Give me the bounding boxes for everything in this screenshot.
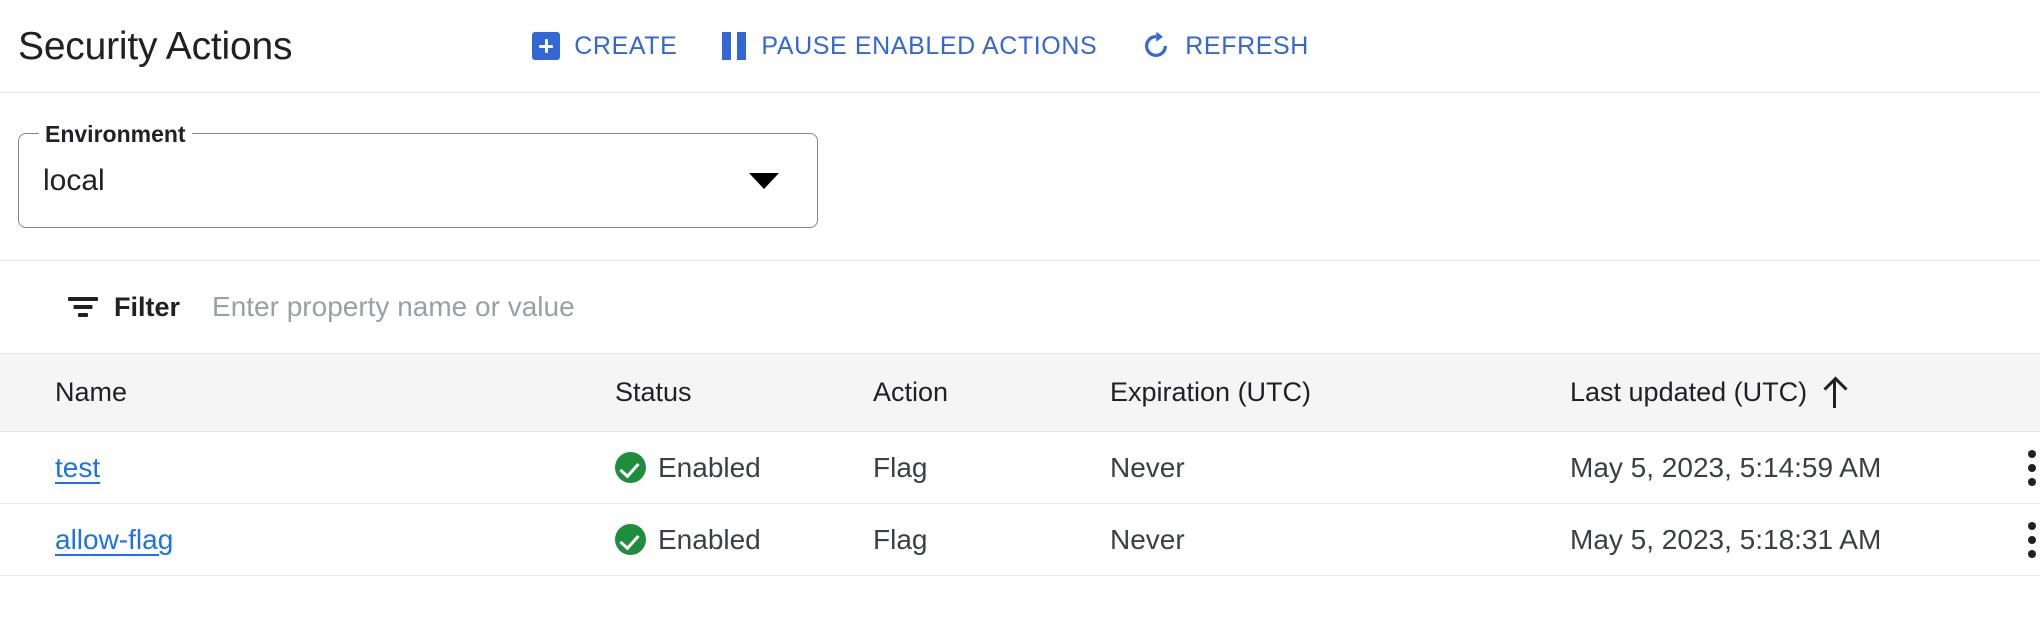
pause-enabled-actions-button-label: PAUSE ENABLED ACTIONS xyxy=(761,31,1098,60)
more-vert-icon[interactable] xyxy=(2010,521,2040,558)
plus-square-icon xyxy=(532,32,561,60)
column-header-expiration[interactable]: Expiration (UTC) xyxy=(1110,353,1570,432)
table-head: Name Status Action Expiration (UTC) Last… xyxy=(0,353,2040,432)
column-header-menu xyxy=(2010,353,2040,432)
column-header-status[interactable]: Status xyxy=(615,353,873,432)
table-row[interactable]: allow-flag Enabled Flag Never May 5, 202… xyxy=(0,504,2040,576)
security-actions-table: Name Status Action Expiration (UTC) Last… xyxy=(0,353,2040,576)
filter-label: Filter xyxy=(114,291,181,322)
pause-enabled-actions-button[interactable]: PAUSE ENABLED ACTIONS xyxy=(699,22,1119,70)
action-name-link[interactable]: allow-flag xyxy=(55,524,173,555)
refresh-button-label: REFRESH xyxy=(1185,31,1309,60)
filter-bar: Filter xyxy=(0,260,2040,353)
create-button[interactable]: CREATE xyxy=(510,22,699,70)
table-row[interactable]: test Enabled Flag Never May 5, 2023, 5:1… xyxy=(0,432,2040,504)
check-circle-icon xyxy=(615,452,646,483)
pause-icon xyxy=(721,32,747,60)
status-badge: Enabled xyxy=(658,451,761,483)
environment-selected-value: local xyxy=(43,163,105,197)
page-title: Security Actions xyxy=(18,24,293,68)
cell-name: allow-flag xyxy=(0,504,615,576)
chevron-down-icon[interactable] xyxy=(749,172,779,189)
column-header-action-label: Action xyxy=(873,377,949,407)
column-header-expiration-label: Expiration (UTC) xyxy=(1110,377,1312,407)
action-name-link[interactable]: test xyxy=(55,452,100,483)
filter-icon[interactable] xyxy=(68,294,98,320)
column-header-action[interactable]: Action xyxy=(873,353,1110,432)
status-badge: Enabled xyxy=(658,523,761,555)
check-circle-icon xyxy=(615,524,646,555)
refresh-button[interactable]: REFRESH xyxy=(1119,21,1331,71)
environment-select[interactable]: Environment local xyxy=(18,121,818,228)
environment-selector-area: Environment local xyxy=(0,93,2040,260)
cell-row-menu xyxy=(2010,432,2040,504)
filter-input[interactable] xyxy=(212,290,1313,324)
cell-expiration: Never xyxy=(1110,451,1185,483)
page-header: Security Actions CREATE PAUSE ENABLED AC… xyxy=(0,0,2040,93)
column-header-status-label: Status xyxy=(615,377,692,407)
arrow-up-icon[interactable] xyxy=(1824,378,1846,408)
refresh-icon xyxy=(1141,31,1171,61)
cell-action: Flag xyxy=(873,451,928,483)
cell-name: test xyxy=(0,432,615,504)
table-header-row: Name Status Action Expiration (UTC) Last… xyxy=(0,353,2040,432)
cell-expiration: Never xyxy=(1110,523,1185,555)
column-header-name-label: Name xyxy=(55,377,128,407)
cell-row-menu xyxy=(2010,504,2040,576)
cell-last-updated: May 5, 2023, 5:18:31 AM xyxy=(1570,523,1882,555)
cell-status: Enabled xyxy=(615,432,873,504)
environment-label: Environment xyxy=(45,120,186,147)
table-body: test Enabled Flag Never May 5, 2023, 5:1… xyxy=(0,432,2040,576)
cell-action: Flag xyxy=(873,523,928,555)
column-header-name[interactable]: Name xyxy=(0,353,615,432)
column-header-last-updated-label: Last updated (UTC) xyxy=(1570,377,1808,407)
cell-status: Enabled xyxy=(615,504,873,576)
column-header-last-updated[interactable]: Last updated (UTC) xyxy=(1570,353,2010,432)
environment-label-notch: Environment xyxy=(39,121,192,147)
cell-last-updated: May 5, 2023, 5:14:59 AM xyxy=(1570,451,1882,483)
more-vert-icon[interactable] xyxy=(2010,449,2040,486)
create-button-label: CREATE xyxy=(574,31,678,60)
header-toolbar: CREATE PAUSE ENABLED ACTIONS REFRESH xyxy=(510,21,1331,71)
